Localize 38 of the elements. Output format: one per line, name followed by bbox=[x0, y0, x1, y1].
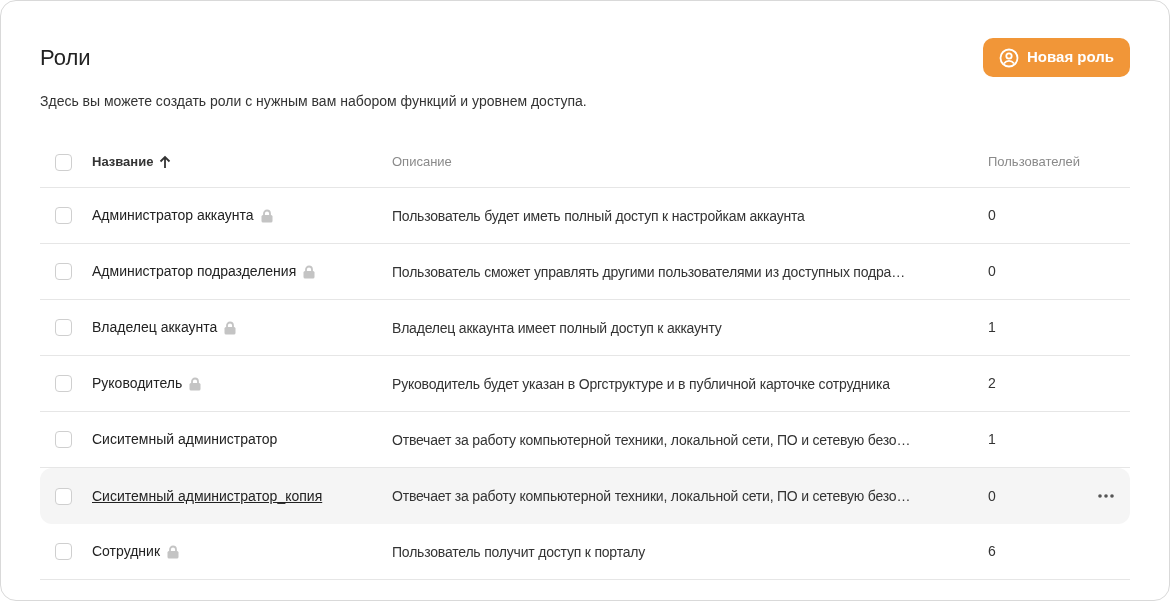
role-name[interactable]: Сиситемный администратор_копия bbox=[92, 485, 323, 507]
role-name[interactable]: Администратор подразделения bbox=[92, 261, 297, 282]
checkbox[interactable] bbox=[55, 375, 72, 392]
user-count: 0 bbox=[988, 206, 996, 225]
checkbox[interactable] bbox=[55, 263, 72, 280]
role-name[interactable]: Администратор аккаунта bbox=[92, 205, 254, 226]
role-name[interactable]: Руководитель bbox=[92, 373, 183, 394]
checkbox[interactable] bbox=[55, 431, 72, 448]
page-description: Здесь вы можете создать роли с нужным вам набором функций и уровнем доступа. bbox=[40, 92, 588, 111]
user-count: 0 bbox=[988, 262, 996, 281]
role-description: Отвечает за работу компьютерной техники, локальной сети, ПО и сетевую безо… bbox=[392, 431, 911, 448]
user-count: 2 bbox=[988, 374, 996, 393]
role-description: Пользователь будет иметь полный доступ к настройкам аккаунта bbox=[392, 207, 805, 224]
more-icon[interactable] bbox=[1098, 494, 1114, 498]
user-count: 1 bbox=[988, 430, 996, 449]
role-description: Пользователь получит доступ к порталу bbox=[392, 543, 646, 560]
column-header[interactable]: Пользователей bbox=[988, 152, 1081, 172]
role-description: Владелец аккаунта имеет полный доступ к аккаунту bbox=[392, 319, 722, 336]
role-description: Пользователь сможет управлять другими пользователями из доступных подра… bbox=[392, 263, 905, 280]
arrow-up-icon[interactable] bbox=[159, 155, 172, 169]
role-description: Руководитель будет указан в Оргструктуре и в публичной карточке сотрудника bbox=[392, 375, 890, 392]
checkbox[interactable] bbox=[55, 153, 72, 171]
user-count: 0 bbox=[988, 486, 996, 506]
table-row-highlight[interactable]: Сиситемный администратор_копия Отвечает за работу компьютерной техники, локальной сети, ПО и сетевую безо… 0 bbox=[40, 468, 1130, 524]
user-count: 1 bbox=[988, 318, 996, 337]
checkbox[interactable] bbox=[55, 543, 72, 560]
role-description: Отвечает за работу компьютерной техники, локальной сети, ПО и сетевую безо… bbox=[392, 488, 911, 504]
checkbox[interactable] bbox=[55, 207, 72, 224]
page-title: Роли bbox=[40, 44, 91, 72]
role-name[interactable]: Владелец аккаунта bbox=[92, 317, 218, 338]
role-name[interactable]: Сиситемный администратор bbox=[92, 429, 278, 450]
column-header[interactable]: Описание bbox=[392, 152, 452, 172]
column-header[interactable]: Название bbox=[92, 152, 154, 172]
checkbox[interactable] bbox=[55, 319, 72, 336]
user-circle-icon bbox=[999, 47, 1019, 68]
role-name[interactable]: Сотрудник bbox=[92, 541, 160, 562]
user-count: 6 bbox=[988, 542, 996, 561]
checkbox[interactable] bbox=[55, 487, 72, 505]
